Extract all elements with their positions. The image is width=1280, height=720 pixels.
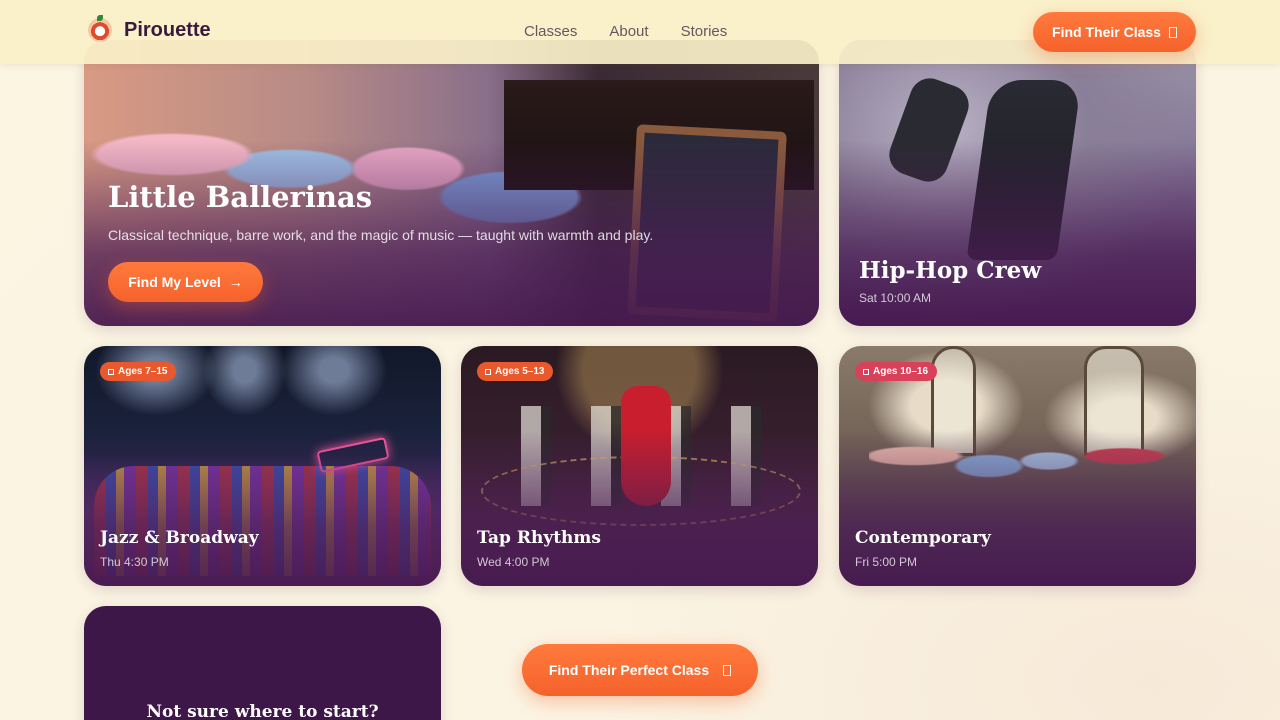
find-perfect-class-label: Find Their Perfect Class [548, 662, 710, 678]
find-perfect-class-button[interactable]: Find Their Perfect Class [522, 644, 758, 696]
class-card-ballet[interactable]: Little Ballerinas Classical technique, b… [84, 40, 819, 326]
hero-title: Little Ballerinas [108, 180, 373, 214]
card-schedule: Fri 5:00 PM [855, 555, 918, 569]
card-overlay [461, 346, 818, 586]
find-my-level-button[interactable]: Find My Level → [108, 262, 263, 302]
card-title: Hip-Hop Crew [859, 257, 1042, 284]
help-title: Not sure where to start? [146, 702, 379, 720]
brand[interactable]: Pirouette [88, 15, 211, 42]
help-card: Not sure where to start? [84, 606, 441, 720]
class-card-hiphop[interactable]: Hip-Hop Crew Sat 10:00 AM [839, 40, 1196, 326]
age-badge-label: Ages 5–13 [495, 366, 545, 377]
box-icon [723, 664, 732, 676]
class-card-contemporary[interactable]: Ages 10–16 Contemporary Fri 5:00 PM [839, 346, 1196, 586]
card-schedule: Thu 4:30 PM [100, 555, 169, 569]
apple-dancer-icon [88, 15, 112, 42]
card-overlay [84, 346, 441, 586]
box-icon [108, 368, 114, 375]
card-overlay [839, 346, 1196, 586]
arrow-right-icon: → [228, 274, 243, 290]
box-icon [863, 368, 869, 375]
box-icon [485, 368, 491, 375]
find-their-class-button[interactable]: Find Their Class [1033, 12, 1196, 52]
age-badge: Ages 7–15 [100, 362, 177, 381]
card-title: Jazz & Broadway [100, 528, 259, 548]
nav-item-stories[interactable]: Stories [681, 23, 728, 40]
nav-item-classes[interactable]: Classes [524, 23, 577, 40]
box-icon [1168, 26, 1177, 38]
brand-name: Pirouette [124, 18, 211, 41]
find-their-class-label: Find Their Class [1052, 24, 1161, 40]
class-card-jazz[interactable]: Ages 7–15 Jazz & Broadway Thu 4:30 PM [84, 346, 441, 586]
hero-description: Classical technique, barre work, and the… [108, 227, 654, 243]
class-card-tap[interactable]: Ages 5–13 Tap Rhythms Wed 4:00 PM [461, 346, 818, 586]
age-badge: Ages 10–16 [855, 362, 938, 381]
age-badge-label: Ages 7–15 [118, 366, 168, 377]
age-badge-label: Ages 10–16 [873, 366, 929, 377]
card-schedule: Wed 4:00 PM [477, 555, 550, 569]
find-my-level-label: Find My Level [128, 274, 221, 290]
card-title: Contemporary [855, 528, 991, 548]
card-schedule: Sat 10:00 AM [859, 291, 932, 305]
age-badge: Ages 5–13 [477, 362, 554, 381]
main-nav: Classes About Stories [524, 23, 727, 40]
card-title: Tap Rhythms [477, 528, 601, 548]
nav-item-about[interactable]: About [609, 23, 648, 40]
site-header: Pirouette Classes About Stories Find The… [0, 0, 1280, 64]
